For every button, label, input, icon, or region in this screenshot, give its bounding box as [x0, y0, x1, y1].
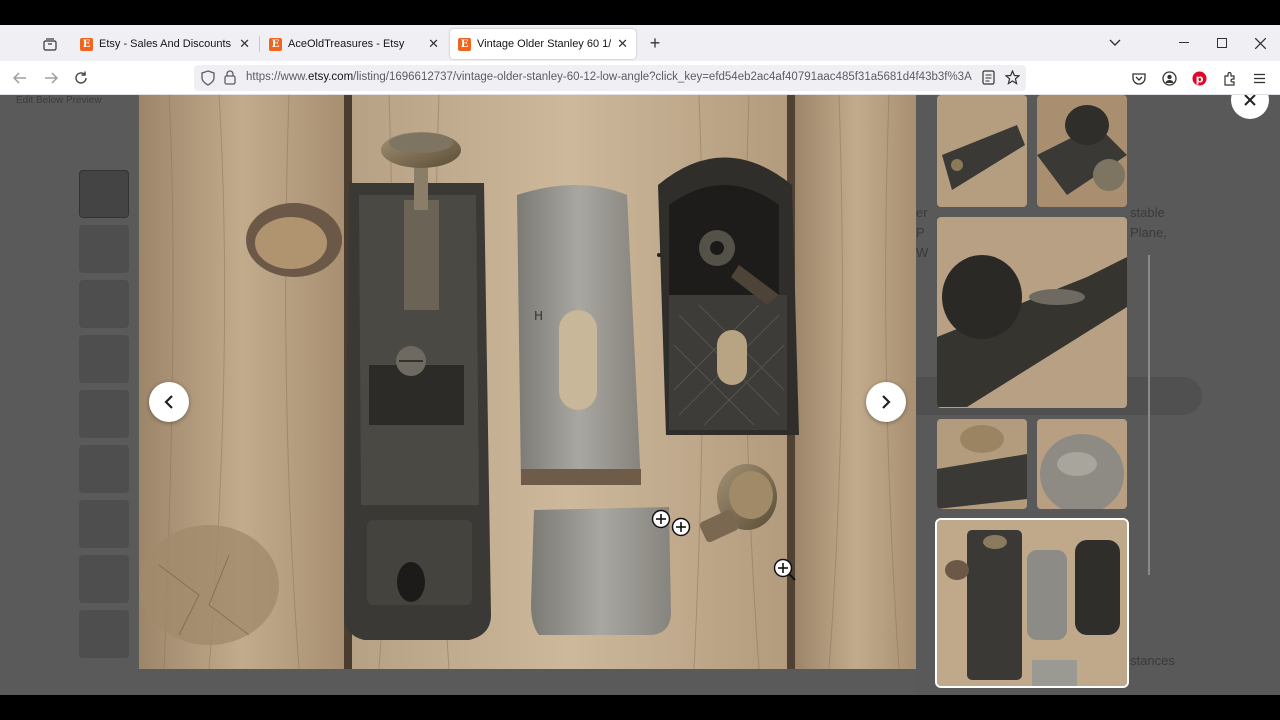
svg-text:H: H: [534, 309, 543, 323]
previous-image-button[interactable]: [149, 382, 189, 422]
bookmark-star-icon[interactable]: [1004, 69, 1021, 90]
background-text: P: [916, 225, 925, 240]
etsy-favicon-icon: E: [458, 37, 471, 51]
thumbnail-3[interactable]: [937, 217, 1127, 408]
background-text: er: [916, 205, 928, 220]
new-tab-button[interactable]: +: [645, 33, 665, 53]
zoom-in-cursor-icon: [671, 517, 691, 537]
thumbnail-6-selected[interactable]: [935, 518, 1129, 688]
navigation-bar: https://www.etsy.com/listing/1696612737/…: [0, 61, 1280, 95]
reload-icon[interactable]: [70, 67, 92, 89]
tab-separator: [259, 36, 260, 52]
close-tab-icon[interactable]: ✕: [428, 36, 439, 52]
background-thumbnail[interactable]: [79, 335, 129, 383]
tracking-shield-icon[interactable]: [201, 70, 215, 91]
maximize-icon[interactable]: [1210, 31, 1234, 55]
browser-window: E Etsy - Sales And Discounts ✕ E AceOldT…: [0, 25, 1280, 695]
close-icon: [1244, 95, 1256, 106]
close-window-icon[interactable]: [1248, 31, 1272, 55]
tab-list-icon[interactable]: [36, 32, 64, 56]
url-prefix: https://www.: [246, 71, 308, 83]
thumbnail-scrollbar[interactable]: [1148, 255, 1150, 575]
account-icon[interactable]: [1160, 69, 1178, 87]
thumbnail-5[interactable]: [1037, 419, 1127, 509]
background-text: W: [916, 245, 929, 260]
chevron-left-icon: [164, 395, 173, 409]
zoom-in-cursor-icon: [773, 558, 796, 581]
background-thumbnail[interactable]: [79, 610, 129, 658]
thumbnail-4[interactable]: [937, 419, 1027, 509]
url-bar[interactable]: https://www.etsy.com/listing/1696612737/…: [194, 65, 1026, 91]
list-all-tabs-icon[interactable]: [1103, 31, 1127, 55]
close-tab-icon[interactable]: ✕: [239, 36, 250, 52]
reader-view-icon[interactable]: [982, 70, 995, 90]
background-thumbnail[interactable]: [79, 280, 129, 328]
tab-aceoldtreasures[interactable]: E AceOldTreasures - Etsy ✕: [261, 29, 447, 59]
screen-frame: E Etsy - Sales And Discounts ✕ E AceOldT…: [0, 0, 1280, 720]
pinterest-icon[interactable]: p: [1190, 69, 1208, 87]
background-thumbnail[interactable]: [79, 555, 129, 603]
background-thumbnail[interactable]: [79, 390, 129, 438]
plane-parts-photo: H: [139, 95, 916, 669]
tab-etsy-sales[interactable]: E Etsy - Sales And Discounts ✕: [72, 29, 258, 59]
thumbnail-1[interactable]: [937, 95, 1027, 207]
background-breadcrumb: Edit Below Preview: [16, 95, 102, 106]
background-text: Plane,: [1130, 225, 1167, 240]
background-thumbnail[interactable]: [79, 500, 129, 548]
background-thumbnail[interactable]: [79, 445, 129, 493]
tab-title: Vintage Older Stanley 60 1/2 Lo: [477, 38, 612, 50]
background-text: stable: [1130, 205, 1165, 220]
hamburger-menu-icon[interactable]: [1250, 69, 1268, 87]
forward-arrow-icon[interactable]: [40, 67, 62, 89]
page-content: Edit Below Preview H er P W stable Plane…: [0, 95, 1280, 695]
tab-title: AceOldTreasures - Etsy: [288, 38, 405, 50]
url-text[interactable]: https://www.etsy.com/listing/1696612737/…: [246, 71, 976, 83]
svg-text:p: p: [1195, 72, 1203, 85]
tab-strip: E Etsy - Sales And Discounts ✕ E AceOldT…: [0, 25, 1280, 61]
chevron-right-icon: [882, 395, 891, 409]
background-text: stances: [1130, 653, 1175, 668]
main-product-photo[interactable]: H: [139, 95, 916, 669]
background-thumbnail[interactable]: [79, 225, 129, 273]
back-arrow-icon[interactable]: [9, 67, 31, 89]
url-domain: etsy.com: [308, 71, 354, 83]
next-image-button[interactable]: [866, 382, 906, 422]
etsy-favicon-icon: E: [80, 37, 93, 51]
etsy-favicon-icon: E: [269, 37, 282, 51]
thumbnail-2[interactable]: [1037, 95, 1127, 207]
tab-vintage-stanley[interactable]: E Vintage Older Stanley 60 1/2 Lo ✕: [450, 29, 636, 59]
minimize-icon[interactable]: [1172, 31, 1196, 55]
lock-icon[interactable]: [224, 70, 236, 90]
url-path: /listing/1696612737/vintage-older-stanle…: [353, 71, 972, 83]
close-tab-icon[interactable]: ✕: [617, 36, 628, 52]
zoom-in-cursor-icon: [651, 509, 671, 529]
extensions-icon[interactable]: [1220, 69, 1238, 87]
pocket-icon[interactable]: [1130, 69, 1148, 87]
tab-title: Etsy - Sales And Discounts: [99, 38, 232, 50]
background-thumbnail-column: [79, 170, 129, 665]
background-thumbnail[interactable]: [79, 170, 129, 218]
